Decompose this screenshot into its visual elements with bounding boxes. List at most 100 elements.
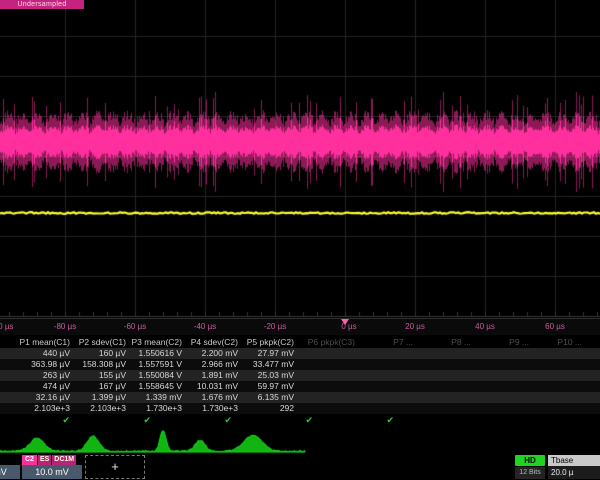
- measure-value-cell: 167 µV: [73, 381, 129, 392]
- measure-value-cell: 2.103e+3: [0, 403, 73, 414]
- timebase-value: 20.0 µ: [548, 466, 600, 479]
- measure-value-cell: 2.200 mV: [185, 348, 241, 359]
- measurement-table: P1 mean(C1)P2 sdev(C1)P3 mean(C2)P4 sdev…: [0, 336, 600, 426]
- waveform-plot-area[interactable]: Undersampled: [0, 0, 600, 318]
- c1-vdiv-value: 10.0 mV: [0, 465, 20, 479]
- measure-value-cell: [416, 348, 474, 359]
- measure-value-cell: 1.550616 V: [129, 348, 185, 359]
- measure-value-cell: [297, 348, 358, 359]
- time-axis-tick-label: 40 µs: [475, 322, 495, 331]
- measure-value-cell: 59.97 mV: [241, 381, 297, 392]
- measure-value-cell: [358, 348, 416, 359]
- measure-row: 263 µV155 µV1.550084 V1.891 mV25.03 mV: [0, 370, 600, 381]
- measure-value-cell: 363.98 µV: [0, 359, 73, 370]
- measure-value-cell: [297, 392, 358, 403]
- measure-value-cell: 32.16 µV: [0, 392, 73, 403]
- trigger-time-marker-icon[interactable]: [341, 319, 349, 325]
- measure-value-cell: [358, 359, 416, 370]
- measure-row: 2.103e+32.103e+31.730e+31.730e+3292: [0, 403, 600, 414]
- measure-value-cell: 440 µV: [0, 348, 73, 359]
- c2-vdiv-value: 10.0 mV: [22, 465, 82, 479]
- measure-value-cell: 292: [241, 403, 297, 414]
- measure-value-cell: [416, 370, 474, 381]
- acquisition-mode-box[interactable]: HD 12 Bits: [515, 455, 545, 479]
- measure-value-cell: [532, 359, 585, 370]
- channel-c1-descriptor[interactable]: DC1M 10.0 mV: [0, 455, 20, 479]
- time-axis-tick-label: -100 µs: [0, 322, 13, 331]
- measure-value-cell: 158.308 µV: [73, 359, 129, 370]
- measure-row: 32.16 µV1.399 µV1.339 mV1.676 mV6.135 mV: [0, 392, 600, 403]
- status-check-icon: ✔: [179, 414, 260, 426]
- measure-value-cell: 10.031 mV: [185, 381, 241, 392]
- measure-column-header[interactable]: P2 sdev(C1): [73, 336, 129, 348]
- timebase-label: Tbase: [548, 455, 600, 466]
- measure-value-cell: [416, 359, 474, 370]
- c2-coupling-badge: DC1M: [52, 455, 76, 465]
- measure-value-cell: [474, 359, 532, 370]
- measure-value-cell: 2.103e+3: [73, 403, 129, 414]
- waveform-canvas[interactable]: [0, 0, 600, 318]
- measure-column-header[interactable]: P3 mean(C2): [129, 336, 185, 348]
- measure-value-cell: [416, 403, 474, 414]
- measurement-header-row: P1 mean(C1)P2 sdev(C1)P3 mean(C2)P4 sdev…: [0, 336, 600, 348]
- trend-canvas[interactable]: [0, 428, 600, 455]
- measure-column-header[interactable]: P4 sdev(C2): [185, 336, 241, 348]
- measure-column-header[interactable]: P9 ...: [474, 336, 532, 348]
- status-check-icon: ✔: [341, 414, 422, 426]
- measure-row: 363.98 µV158.308 µV1.557591 V2.966 mV33.…: [0, 359, 600, 370]
- measure-value-cell: [297, 370, 358, 381]
- measure-value-cell: [532, 392, 585, 403]
- measure-value-cell: 1.891 mV: [185, 370, 241, 381]
- measure-value-cell: [532, 348, 585, 359]
- status-check-icon: ✔: [98, 414, 179, 426]
- measure-value-cell: 25.03 mV: [241, 370, 297, 381]
- measure-value-cell: [358, 392, 416, 403]
- measure-value-cell: [532, 381, 585, 392]
- measure-column-header[interactable]: P7 ...: [358, 336, 416, 348]
- measure-value-cell: [532, 403, 585, 414]
- measure-value-cell: 1.676 mV: [185, 392, 241, 403]
- measure-value-cell: [474, 348, 532, 359]
- measure-row: 474 µV167 µV1.558645 V10.031 mV59.97 mV: [0, 381, 600, 392]
- measure-row: 440 µV160 µV1.550616 V2.200 mV27.97 mV: [0, 348, 600, 359]
- measure-column-header[interactable]: P1 mean(C1): [0, 336, 73, 348]
- measure-table-body: 440 µV160 µV1.550616 V2.200 mV27.97 mV36…: [0, 348, 600, 414]
- adc-bits-label: 12 Bits: [515, 467, 545, 479]
- time-axis-tick-label: 20 µs: [405, 322, 425, 331]
- measure-value-cell: [474, 370, 532, 381]
- hd-mode-badge[interactable]: HD: [515, 455, 545, 466]
- measure-column-header[interactable]: P5 pkpk(C2): [241, 336, 297, 348]
- add-trace-button[interactable]: +: [85, 455, 145, 479]
- measure-column-header[interactable]: P10 ...: [532, 336, 585, 348]
- status-empty-cell: [508, 414, 591, 426]
- measurement-status-row: ✔✔✔✔✔: [0, 414, 600, 426]
- status-check-icon: ✔: [260, 414, 341, 426]
- measure-value-cell: [297, 359, 358, 370]
- time-axis: -100 µs-80 µs-60 µs-40 µs-20 µs0 µs20 µs…: [0, 318, 600, 335]
- measure-value-cell: 1.558645 V: [129, 381, 185, 392]
- c2-tab[interactable]: C2: [22, 455, 37, 465]
- measure-value-cell: [358, 403, 416, 414]
- measure-value-cell: [297, 403, 358, 414]
- measure-value-cell: 1.557591 V: [129, 359, 185, 370]
- measure-value-cell: 1.339 mV: [129, 392, 185, 403]
- measure-value-cell: 6.135 mV: [241, 392, 297, 403]
- measure-value-cell: 160 µV: [73, 348, 129, 359]
- trend-trace-area[interactable]: [0, 428, 600, 455]
- undersampled-badge: Undersampled: [0, 0, 84, 9]
- measure-value-cell: 1.730e+3: [129, 403, 185, 414]
- timebase-box[interactable]: Tbase 20.0 µ: [548, 455, 600, 479]
- channel-c2-descriptor[interactable]: C2 ES DC1M 10.0 mV: [22, 455, 82, 479]
- time-axis-tick-label: -80 µs: [54, 322, 76, 331]
- measure-value-cell: 1.550084 V: [129, 370, 185, 381]
- measure-value-cell: [532, 370, 585, 381]
- measure-value-cell: [474, 381, 532, 392]
- measure-column-header[interactable]: P8 ...: [416, 336, 474, 348]
- time-axis-tick-label: 60 µs: [545, 322, 565, 331]
- c2-es-badge: ES: [38, 455, 51, 465]
- measure-value-cell: [474, 403, 532, 414]
- measure-value-cell: 474 µV: [0, 381, 73, 392]
- measure-column-header[interactable]: P6 pkpk(C3): [297, 336, 358, 348]
- measure-value-cell: 1.730e+3: [185, 403, 241, 414]
- time-axis-tick-label: -20 µs: [264, 322, 286, 331]
